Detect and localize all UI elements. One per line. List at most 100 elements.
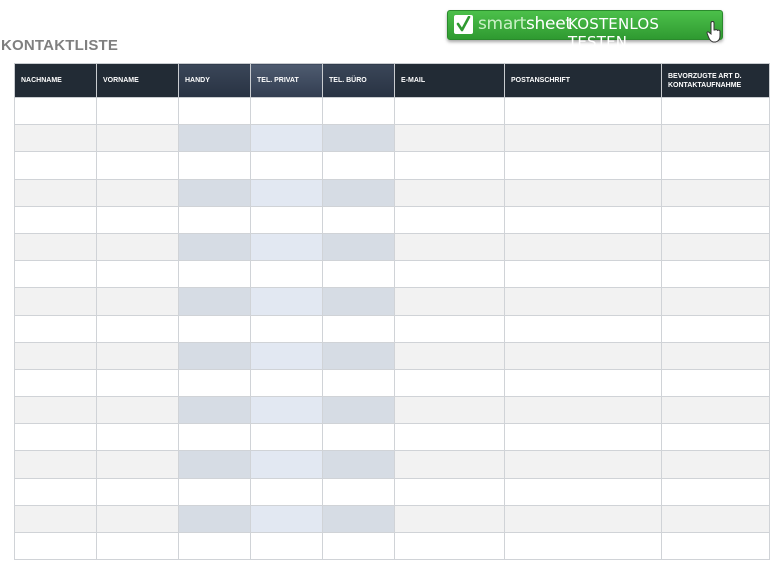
table-cell-vorname[interactable] — [96, 477, 179, 506]
table-cell-nachname[interactable] — [14, 260, 97, 289]
table-cell-privat[interactable] — [250, 124, 323, 153]
table-cell-email[interactable] — [394, 205, 505, 234]
table-cell-privat[interactable] — [250, 287, 323, 316]
table-cell-post[interactable] — [504, 205, 662, 234]
table-cell-email[interactable] — [394, 504, 505, 534]
table-cell-kontakt[interactable] — [661, 232, 770, 262]
table-cell-nachname[interactable] — [14, 178, 97, 207]
table-cell-post[interactable] — [504, 151, 662, 180]
table-cell-handy[interactable] — [178, 477, 251, 506]
table-cell-privat[interactable] — [250, 477, 323, 506]
table-cell-handy[interactable] — [178, 178, 251, 207]
table-cell-post[interactable] — [504, 423, 662, 452]
table-cell-vorname[interactable] — [96, 368, 179, 398]
table-cell-nachname[interactable] — [14, 287, 97, 316]
table-cell-buero[interactable] — [322, 531, 395, 561]
table-cell-buero[interactable] — [322, 477, 395, 506]
table-cell-email[interactable] — [394, 178, 505, 207]
table-cell-post[interactable] — [504, 232, 662, 262]
table-cell-vorname[interactable] — [96, 531, 179, 561]
table-cell-post[interactable] — [504, 477, 662, 506]
table-cell-post[interactable] — [504, 260, 662, 289]
table-cell-handy[interactable] — [178, 232, 251, 262]
table-cell-kontakt[interactable] — [661, 368, 770, 398]
table-cell-post[interactable] — [504, 396, 662, 425]
table-cell-kontakt[interactable] — [661, 96, 770, 126]
table-cell-privat[interactable] — [250, 423, 323, 452]
table-cell-privat[interactable] — [250, 396, 323, 425]
table-cell-email[interactable] — [394, 531, 505, 561]
table-cell-kontakt[interactable] — [661, 504, 770, 534]
table-cell-handy[interactable] — [178, 531, 251, 561]
table-cell-privat[interactable] — [250, 341, 323, 370]
table-cell-privat[interactable] — [250, 205, 323, 234]
table-cell-post[interactable] — [504, 450, 662, 479]
table-cell-nachname[interactable] — [14, 151, 97, 180]
table-cell-email[interactable] — [394, 151, 505, 180]
table-cell-kontakt[interactable] — [661, 396, 770, 425]
table-cell-vorname[interactable] — [96, 504, 179, 534]
table-cell-post[interactable] — [504, 287, 662, 316]
table-cell-email[interactable] — [394, 232, 505, 262]
table-cell-nachname[interactable] — [14, 450, 97, 479]
table-cell-vorname[interactable] — [96, 450, 179, 479]
table-cell-nachname[interactable] — [14, 124, 97, 153]
table-cell-handy[interactable] — [178, 287, 251, 316]
table-cell-email[interactable] — [394, 341, 505, 370]
table-cell-kontakt[interactable] — [661, 477, 770, 506]
table-cell-vorname[interactable] — [96, 423, 179, 452]
table-cell-kontakt[interactable] — [661, 531, 770, 561]
table-cell-privat[interactable] — [250, 368, 323, 398]
table-cell-post[interactable] — [504, 531, 662, 561]
table-cell-handy[interactable] — [178, 396, 251, 425]
table-cell-vorname[interactable] — [96, 124, 179, 153]
table-cell-email[interactable] — [394, 396, 505, 425]
table-cell-vorname[interactable] — [96, 96, 179, 126]
table-cell-privat[interactable] — [250, 314, 323, 343]
table-cell-privat[interactable] — [250, 96, 323, 126]
table-cell-buero[interactable] — [322, 260, 395, 289]
table-cell-buero[interactable] — [322, 232, 395, 262]
table-cell-privat[interactable] — [250, 504, 323, 534]
table-cell-nachname[interactable] — [14, 314, 97, 343]
table-cell-nachname[interactable] — [14, 96, 97, 126]
table-cell-buero[interactable] — [322, 205, 395, 234]
table-cell-buero[interactable] — [322, 287, 395, 316]
table-cell-handy[interactable] — [178, 368, 251, 398]
table-cell-handy[interactable] — [178, 260, 251, 289]
smartsheet-trial-button[interactable]: smartsheet KOSTENLOS TESTEN — [447, 10, 723, 51]
table-cell-privat[interactable] — [250, 178, 323, 207]
table-cell-vorname[interactable] — [96, 396, 179, 425]
table-cell-buero[interactable] — [322, 423, 395, 452]
table-cell-kontakt[interactable] — [661, 124, 770, 153]
table-cell-kontakt[interactable] — [661, 260, 770, 289]
table-cell-buero[interactable] — [322, 178, 395, 207]
table-cell-privat[interactable] — [250, 260, 323, 289]
table-cell-kontakt[interactable] — [661, 450, 770, 479]
table-cell-privat[interactable] — [250, 151, 323, 180]
table-cell-handy[interactable] — [178, 124, 251, 153]
table-cell-handy[interactable] — [178, 504, 251, 534]
table-cell-vorname[interactable] — [96, 314, 179, 343]
table-cell-kontakt[interactable] — [661, 205, 770, 234]
table-cell-buero[interactable] — [322, 396, 395, 425]
table-cell-handy[interactable] — [178, 205, 251, 234]
table-cell-buero[interactable] — [322, 314, 395, 343]
table-cell-kontakt[interactable] — [661, 287, 770, 316]
table-cell-buero[interactable] — [322, 368, 395, 398]
table-cell-post[interactable] — [504, 96, 662, 126]
table-cell-vorname[interactable] — [96, 341, 179, 370]
table-cell-nachname[interactable] — [14, 531, 97, 561]
table-cell-post[interactable] — [504, 504, 662, 534]
table-cell-post[interactable] — [504, 124, 662, 153]
table-cell-vorname[interactable] — [96, 151, 179, 180]
table-cell-vorname[interactable] — [96, 232, 179, 262]
table-cell-vorname[interactable] — [96, 260, 179, 289]
table-cell-email[interactable] — [394, 368, 505, 398]
table-cell-privat[interactable] — [250, 232, 323, 262]
table-cell-handy[interactable] — [178, 151, 251, 180]
table-cell-email[interactable] — [394, 477, 505, 506]
table-cell-kontakt[interactable] — [661, 151, 770, 180]
table-cell-nachname[interactable] — [14, 205, 97, 234]
table-cell-email[interactable] — [394, 450, 505, 479]
